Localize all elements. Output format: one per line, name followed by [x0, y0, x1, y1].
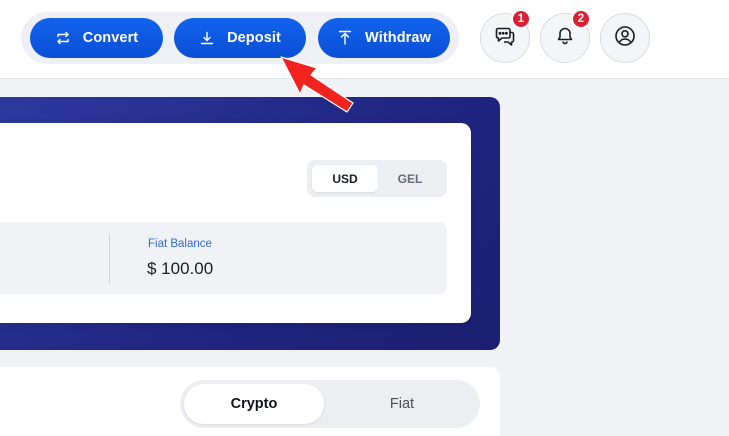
assets-card: Crypto Fiat: [0, 367, 500, 436]
currency-option-gel[interactable]: GEL: [377, 165, 443, 192]
currency-option-usd[interactable]: USD: [312, 165, 378, 192]
chat-bubbles-icon: [494, 25, 516, 52]
currency-toggle: USD GEL: [307, 160, 447, 197]
tab-crypto[interactable]: Crypto: [184, 384, 324, 424]
fiat-balance-value: $ 100.00: [147, 259, 214, 278]
notifications-button[interactable]: 2: [540, 9, 591, 63]
balance-card: USD GEL Fiat Balance $ 100.00: [0, 123, 471, 323]
profile-button[interactable]: [600, 13, 650, 63]
user-circle-icon: [614, 25, 636, 52]
convert-button-label: Convert: [82, 30, 139, 46]
bell-icon: [555, 26, 575, 51]
convert-arrows-icon: [55, 30, 71, 46]
balance-panel: Fiat Balance $ 100.00: [0, 222, 447, 294]
fiat-balance-label: Fiat Balance: [148, 238, 212, 250]
action-button-group: Convert Deposit Withdraw: [21, 12, 459, 64]
convert-button[interactable]: Convert: [30, 18, 163, 58]
asset-tabs: Crypto Fiat: [180, 380, 480, 428]
upload-arrow-icon: [337, 30, 353, 46]
chat-unread-badge: 1: [511, 9, 531, 29]
chat-button[interactable]: 1: [480, 9, 531, 63]
top-bar: Convert Deposit Withdraw 1 2: [0, 0, 729, 79]
notifications-badge: 2: [571, 9, 591, 29]
tab-fiat[interactable]: Fiat: [332, 384, 472, 424]
panel-divider: [109, 234, 110, 284]
deposit-button-label: Deposit: [227, 30, 281, 46]
download-arrow-icon: [199, 30, 215, 46]
red-pointer-arrow: [280, 56, 354, 113]
withdraw-button-label: Withdraw: [365, 30, 431, 46]
